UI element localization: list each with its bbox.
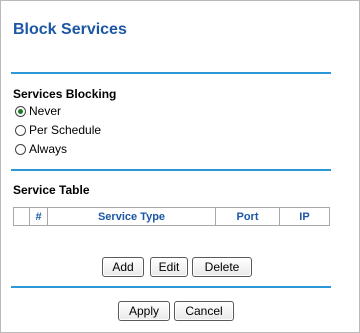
divider — [11, 169, 331, 171]
column-header-ip: IP — [279, 207, 330, 226]
delete-button[interactable]: Delete — [192, 257, 252, 277]
add-button[interactable]: Add — [102, 257, 144, 277]
radio-option-per-schedule[interactable]: Per Schedule — [15, 122, 101, 138]
radio-label-per-schedule: Per Schedule — [29, 123, 102, 137]
radio-button-never[interactable] — [15, 105, 26, 117]
divider — [11, 286, 331, 288]
services-blocking-heading: Services Blocking — [13, 87, 117, 101]
radio-button-always[interactable] — [15, 143, 26, 155]
column-header-service-type: Service Type — [47, 207, 216, 226]
service-table-heading: Service Table — [13, 183, 90, 197]
radio-option-never[interactable]: Never — [15, 103, 61, 119]
radio-option-always[interactable]: Always — [15, 141, 67, 157]
column-header-port: Port — [215, 207, 280, 226]
radio-label-never: Never — [29, 104, 62, 118]
page-title: Block Services — [13, 21, 127, 38]
edit-button[interactable]: Edit — [150, 257, 188, 277]
radio-button-per-schedule[interactable] — [15, 124, 26, 136]
block-services-panel: Block Services Services Blocking Never P… — [0, 0, 360, 333]
column-header-select — [13, 207, 30, 226]
apply-button[interactable]: Apply — [118, 301, 170, 321]
column-header-number: # — [29, 207, 48, 226]
divider — [11, 72, 331, 74]
radio-label-always: Always — [29, 142, 68, 156]
service-table: # Service Type Port IP — [13, 207, 330, 226]
cancel-button[interactable]: Cancel — [174, 301, 234, 321]
table-header-row: # Service Type Port IP — [13, 207, 330, 226]
